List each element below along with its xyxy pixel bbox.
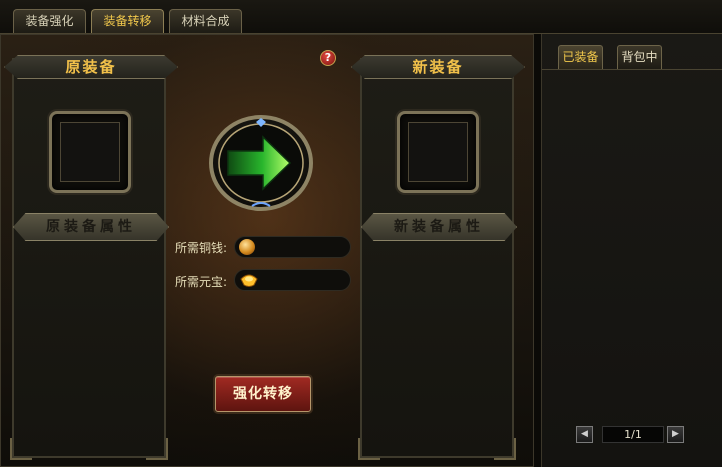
green-right-arrow-icon <box>209 115 313 211</box>
new-equipment-slot[interactable] <box>397 111 479 193</box>
tab-equipped[interactable]: 已装备 <box>558 45 603 69</box>
original-equipment-slot[interactable] <box>49 111 131 193</box>
original-equipment-attr-title: 原装备属性 <box>13 213 169 241</box>
yuanbao-cost-label: 所需元宝: <box>175 275 228 289</box>
new-equipment-attr-title: 新装备属性 <box>361 213 517 241</box>
new-equipment-title: 新装备 <box>351 55 525 79</box>
inventory-side-panel: 已装备 背包中 ◀ 1/1 ▶ <box>541 34 722 467</box>
original-equipment-title: 原装备 <box>4 55 178 79</box>
side-tab-divider <box>542 69 722 70</box>
tab-material-synthesis[interactable]: 材料合成 <box>169 9 242 33</box>
copper-cost-label: 所需铜钱: <box>175 241 228 255</box>
help-button[interactable]: ? <box>320 50 336 66</box>
tab-equip-transfer[interactable]: 装备转移 <box>91 9 164 33</box>
gold-ingot-icon <box>240 274 258 287</box>
left-triangle-icon: ◀ <box>581 429 588 439</box>
enhance-transfer-button[interactable]: 强化转移 <box>215 376 311 412</box>
corner-ornament <box>10 438 32 460</box>
corner-ornament <box>358 438 380 460</box>
prev-page-button[interactable]: ◀ <box>576 426 593 443</box>
question-icon: ? <box>324 51 332 64</box>
page-indicator: 1/1 <box>602 426 664 443</box>
copper-coin-icon <box>239 239 255 255</box>
corner-ornament <box>494 438 516 460</box>
tab-bar: 装备强化 装备转移 材料合成 <box>0 0 722 34</box>
tab-in-bag[interactable]: 背包中 <box>617 45 662 69</box>
corner-ornament <box>146 438 168 460</box>
tab-equip-enhance[interactable]: 装备强化 <box>13 9 86 33</box>
right-triangle-icon: ▶ <box>672 429 679 439</box>
next-page-button[interactable]: ▶ <box>667 426 684 443</box>
